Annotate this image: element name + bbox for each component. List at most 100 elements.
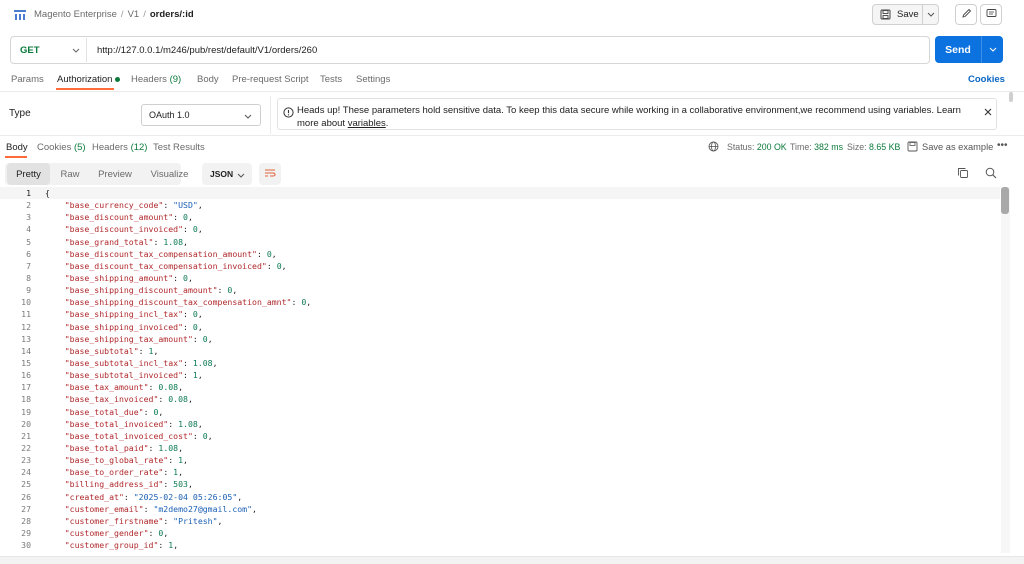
code-line: 11 "base_shipping_incl_tax": 0, — [0, 308, 1000, 320]
tab-pre-request-script[interactable]: Pre-request Script — [232, 74, 309, 85]
code-text: "base_total_invoiced": 1.08, — [64, 418, 203, 429]
cookies-link[interactable]: Cookies — [968, 74, 1005, 85]
response-status[interactable]: Status: 200 OK — [727, 142, 787, 152]
wrap-lines-button[interactable] — [259, 163, 281, 185]
tab-params[interactable]: Params — [11, 74, 44, 85]
method-select[interactable]: GET — [12, 38, 87, 62]
notice-text: Heads up! These parameters hold sensitiv… — [297, 104, 967, 130]
json-key: "base_tax_invoiced" — [64, 394, 159, 405]
response-tab-headers[interactable]: Headers (12) — [92, 142, 147, 153]
chevron-down-icon[interactable] — [922, 5, 938, 24]
status-dot-icon — [115, 76, 121, 82]
line-number: 5 — [26, 236, 31, 247]
json-key: "base_subtotal_incl_tax" — [64, 357, 184, 368]
send-button[interactable]: Send — [935, 36, 1003, 63]
response-tab-test-results[interactable]: Test Results — [153, 142, 205, 153]
code-line: 28 "customer_firstname": "Pritesh", — [0, 515, 1000, 527]
code-line: 22 "base_total_paid": 1.08, — [0, 442, 1000, 454]
breadcrumb-request[interactable]: orders/:id — [150, 9, 194, 20]
save-icon — [873, 5, 897, 24]
url-input[interactable]: http://127.0.0.1/m246/pub/rest/default/V… — [97, 45, 317, 56]
view-raw-button[interactable]: Raw — [52, 163, 88, 185]
code-line: 25 "billing_address_id": 503, — [0, 478, 1000, 490]
globe-icon[interactable] — [708, 141, 719, 155]
code-text: "base_tax_invoiced": 0.08, — [64, 394, 193, 405]
line-number: 8 — [26, 272, 31, 283]
json-value: "2025-02-04 05:26:05" — [133, 491, 238, 502]
variables-link[interactable]: variables — [348, 118, 386, 129]
code-text: "base_tax_amount": 0.08, — [64, 382, 184, 393]
edit-button[interactable] — [955, 4, 977, 25]
json-value: 0 — [183, 272, 188, 283]
tab-tests[interactable]: Tests — [320, 74, 342, 85]
json-key: "base_shipping_discount_amount" — [64, 285, 218, 296]
save-label: Save — [897, 9, 919, 20]
json-value: "USD" — [173, 200, 198, 211]
line-number: 12 — [21, 321, 31, 332]
divider — [270, 96, 271, 134]
info-icon — [283, 107, 294, 121]
code-text: "base_total_due": 0, — [64, 406, 164, 417]
line-number: 18 — [21, 394, 31, 405]
tab-settings[interactable]: Settings — [356, 74, 390, 85]
chevron-down-icon[interactable] — [981, 36, 1003, 63]
code-line: 17 "base_tax_amount": 0.08, — [0, 381, 1000, 393]
save-button[interactable]: Save — [872, 4, 939, 25]
json-value: "m2demo27@gmail.com" — [153, 503, 253, 514]
editor-scrollbar-track[interactable] — [1001, 187, 1010, 553]
response-tab-cookies[interactable]: Cookies (5) — [37, 142, 86, 153]
code-line: 8 "base_shipping_amount": 0, — [0, 272, 1000, 284]
json-value: 1 — [148, 345, 154, 356]
code-line: 3 "base_discount_amount": 0, — [0, 211, 1000, 223]
json-value: 0 — [158, 527, 164, 538]
tab-authorization[interactable]: Authorization — [57, 74, 121, 85]
view-pretty-button[interactable]: Pretty — [7, 163, 50, 185]
json-value: 0.08 — [158, 382, 179, 393]
auth-type-select[interactable]: OAuth 1.0 — [141, 104, 261, 126]
json-key: "base_subtotal_invoiced" — [64, 370, 184, 381]
code-text: "base_to_global_rate": 1, — [64, 455, 188, 466]
code-line: 21 "base_total_invoiced_cost": 0, — [0, 430, 1000, 442]
response-size[interactable]: Size: 8.65 KB — [847, 142, 900, 152]
code-line: 10 "base_shipping_discount_tax_compensat… — [0, 296, 1000, 308]
json-value: 0 — [276, 260, 282, 271]
json-key: "base_subtotal" — [64, 345, 139, 356]
more-icon[interactable]: ••• — [997, 140, 1008, 151]
tab-headers-count: (9) — [169, 74, 182, 85]
panel-scrollbar[interactable] — [1009, 92, 1013, 102]
code-text: "base_subtotal": 1, — [64, 345, 159, 356]
code-line: 12 "base_shipping_invoiced": 0, — [0, 321, 1000, 333]
json-value: 0 — [202, 430, 208, 441]
code-text: "base_subtotal_invoiced": 1, — [64, 370, 203, 381]
line-number: 23 — [21, 455, 31, 466]
json-value: 1.08 — [178, 418, 198, 429]
code-line: 5 "base_grand_total": 1.08, — [0, 236, 1000, 248]
line-number: 6 — [26, 248, 31, 259]
editor-scrollbar-thumb[interactable] — [1001, 187, 1009, 214]
format-select[interactable]: JSON — [202, 163, 252, 185]
json-value: 0 — [266, 248, 272, 259]
breadcrumb-collection[interactable]: Magento Enterprise — [34, 9, 117, 20]
code-line: 29 "customer_gender": 0, — [0, 527, 1000, 539]
docs-button[interactable] — [980, 4, 1002, 25]
json-key: "base_shipping_invoiced" — [64, 321, 184, 332]
close-icon[interactable] — [983, 107, 993, 120]
save-as-example-button[interactable]: Save as example — [922, 142, 993, 152]
response-tab-body[interactable]: Body — [6, 142, 28, 153]
breadcrumb-folder[interactable]: V1 — [128, 9, 140, 20]
method-label: GET — [20, 44, 40, 56]
copy-icon[interactable] — [957, 167, 969, 182]
view-preview-button[interactable]: Preview — [90, 163, 140, 185]
status-bar — [0, 556, 1024, 564]
view-visualize-button[interactable]: Visualize — [142, 163, 197, 185]
json-key: "base_shipping_tax_amount" — [64, 333, 193, 344]
response-time[interactable]: Time: 382 ms — [790, 142, 843, 152]
search-icon[interactable] — [985, 167, 997, 182]
code-text: "customer_email": "m2demo27@gmail.com", — [64, 503, 257, 514]
response-body-editor[interactable]: 1{2 "base_currency_code": "USD", 3 "base_… — [0, 187, 1000, 553]
json-key: "customer_firstname" — [64, 515, 164, 526]
tab-body[interactable]: Body — [197, 74, 219, 85]
tab-headers[interactable]: Headers (9) — [131, 74, 181, 85]
chevron-down-icon — [244, 111, 252, 121]
code-line: 15 "base_subtotal_incl_tax": 1.08, — [0, 357, 1000, 369]
